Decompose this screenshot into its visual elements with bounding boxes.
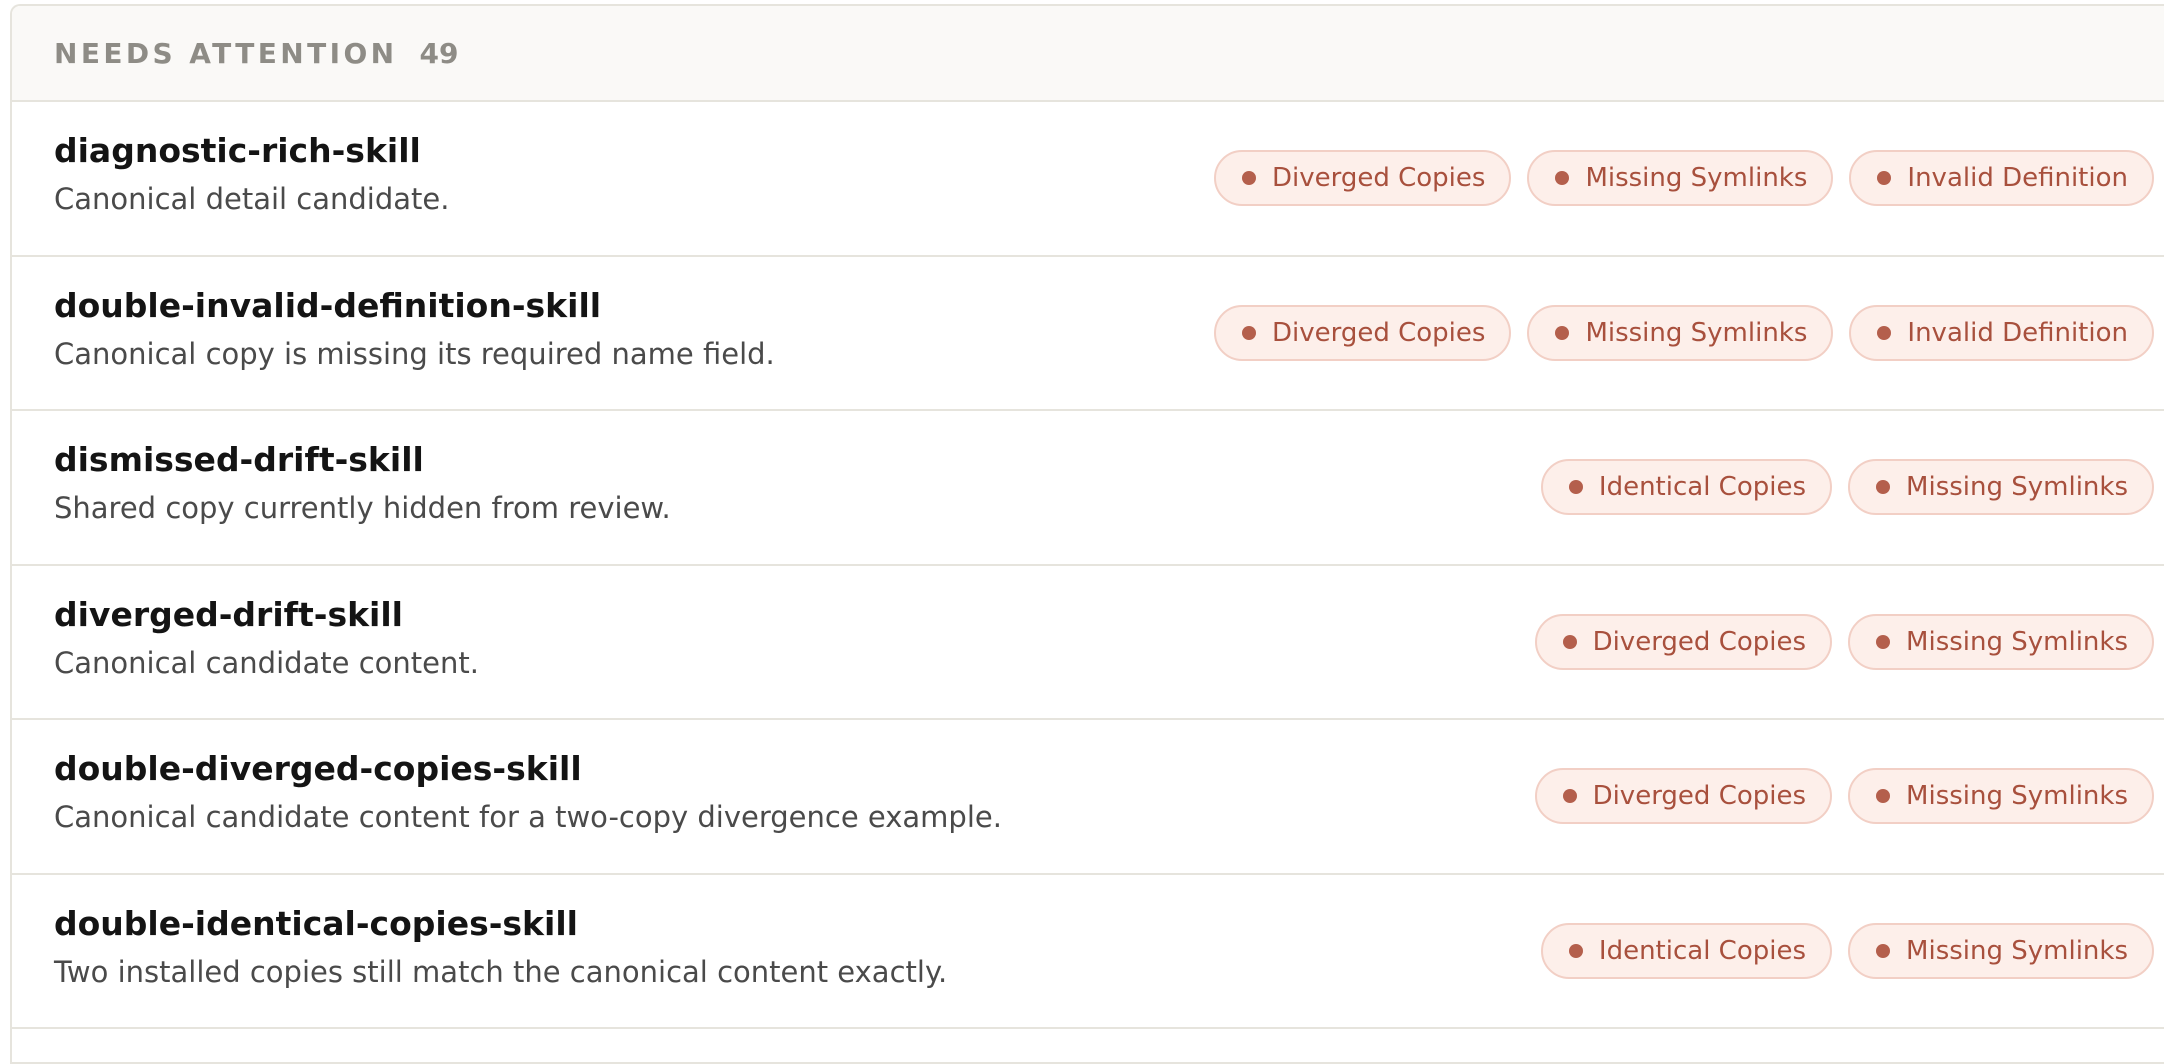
needs-attention-panel: NEEDS ATTENTION 49 diagnostic-rich-skill…: [10, 4, 2164, 1064]
dot-icon: [1876, 480, 1891, 494]
skill-description: Canonical detail candidate.: [54, 182, 450, 216]
status-badge: Invalid Definition: [1849, 304, 2154, 361]
badge-label: Missing Symlinks: [1906, 626, 2128, 657]
badge-group: Diverged Copies Missing Symlinks Invalid…: [1213, 304, 2154, 361]
skill-description: Canonical candidate content.: [54, 645, 479, 680]
dot-icon: [1241, 325, 1256, 340]
badge-group: Diverged Copies Missing Symlinks Invalid…: [1213, 150, 2154, 206]
dot-icon: [1877, 325, 1892, 340]
skill-description: Two installed copies still match the can…: [54, 954, 948, 989]
badge-group: Identical Copies Missing Symlinks: [1540, 922, 2154, 979]
badge-label: Missing Symlinks: [1585, 317, 1808, 348]
badge-label: Diverged Copies: [1271, 317, 1486, 348]
section-header: NEEDS ATTENTION 49: [12, 6, 2164, 102]
skill-row[interactable]: diagnostic-rich-skill Canonical detail c…: [12, 102, 2164, 257]
status-badge: Diverged Copies: [1213, 150, 1512, 206]
skill-description: Shared copy currently hidden from review…: [54, 491, 671, 525]
status-badge: Identical Copies: [1540, 459, 1833, 515]
skill-name: double-diverged-copies-skill: [54, 749, 582, 788]
dot-icon: [1876, 789, 1891, 803]
dot-icon: [1877, 171, 1892, 185]
status-badge: Diverged Copies: [1534, 768, 1833, 824]
badge-label: Missing Symlinks: [1906, 781, 2128, 811]
skill-name: diverged-drift-skill: [54, 594, 403, 634]
skill-row[interactable]: diverged-drift-skill Canonical candidate…: [12, 566, 2164, 720]
skill-name: double-invalid-definition-skill: [54, 285, 602, 325]
dot-icon: [1568, 480, 1583, 494]
dot-icon: [1555, 325, 1570, 340]
status-badge: Missing Symlinks: [1527, 304, 1834, 361]
section-count: 49: [419, 36, 459, 70]
dot-icon: [1562, 789, 1577, 803]
skill-row[interactable]: dismissed-drift-skill Shared copy curren…: [12, 411, 2164, 566]
status-badge: Missing Symlinks: [1527, 150, 1834, 206]
dot-icon: [1876, 943, 1891, 958]
badge-group: Diverged Copies Missing Symlinks: [1534, 768, 2154, 824]
skill-name: double-identical-copies-skill: [54, 903, 578, 943]
badge-label: Invalid Definition: [1907, 163, 2128, 193]
status-badge: Missing Symlinks: [1848, 922, 2154, 979]
badge-label: Identical Copies: [1598, 472, 1807, 502]
dot-icon: [1555, 171, 1570, 185]
badge-label: Missing Symlinks: [1906, 935, 2128, 966]
skill-name: diagnostic-rich-skill: [54, 131, 421, 170]
skill-name: dismissed-drift-skill: [54, 440, 424, 479]
dot-icon: [1876, 634, 1891, 649]
status-badge: Invalid Definition: [1849, 150, 2154, 206]
status-badge: Missing Symlinks: [1848, 613, 2154, 670]
badge-label: Invalid Definition: [1907, 317, 2128, 348]
dot-icon: [1562, 634, 1577, 649]
skill-description: Canonical copy is missing its required n…: [54, 336, 775, 371]
badge-label: Identical Copies: [1598, 935, 1807, 966]
status-badge: Missing Symlinks: [1848, 768, 2154, 824]
status-badge: Diverged Copies: [1534, 613, 1833, 670]
badge-label: Diverged Copies: [1592, 781, 1807, 811]
section-title: NEEDS ATTENTION: [54, 36, 398, 70]
badge-label: Diverged Copies: [1592, 626, 1807, 657]
status-badge: Diverged Copies: [1213, 304, 1512, 361]
skill-row[interactable]: double-identical-copies-skill Two instal…: [12, 875, 2164, 1029]
status-badge: Identical Copies: [1540, 922, 1833, 979]
badge-label: Missing Symlinks: [1906, 472, 2128, 502]
dot-icon: [1241, 171, 1256, 185]
badge-label: Missing Symlinks: [1585, 163, 1808, 193]
badge-group: Diverged Copies Missing Symlinks: [1534, 613, 2154, 670]
badge-label: Diverged Copies: [1271, 163, 1486, 193]
skill-row[interactable]: double-invalid-definition-skill Canonica…: [12, 257, 2164, 411]
skill-row[interactable]: double-diverged-copies-skill Canonical c…: [12, 720, 2164, 875]
skill-description: Canonical candidate content for a two-co…: [54, 800, 1002, 834]
dot-icon: [1568, 943, 1583, 958]
status-badge: Missing Symlinks: [1848, 459, 2154, 515]
badge-group: Identical Copies Missing Symlinks: [1540, 459, 2154, 515]
